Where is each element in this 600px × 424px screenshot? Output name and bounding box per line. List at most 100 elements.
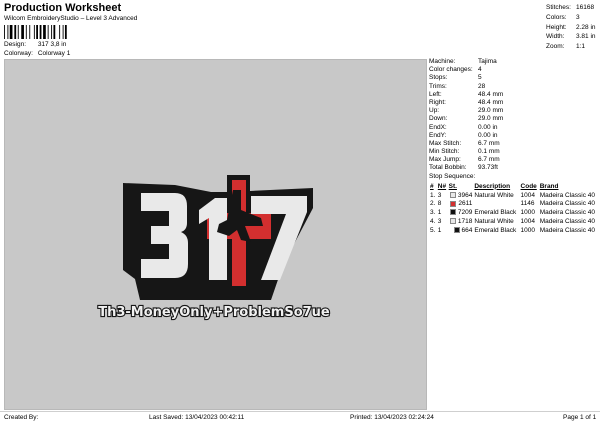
colorway-label: Colorway: — [4, 50, 33, 57]
stop-sequence-title: Stop Sequence: — [429, 172, 476, 180]
design-preview: Th3-MoneyOnly+ProblemSo7ue — [4, 59, 427, 410]
info-value: 0.1 mm — [478, 148, 500, 156]
info-label: Trims: — [429, 82, 447, 90]
row-code: 1000 — [520, 209, 535, 217]
worksheet-footer: Created By: Last Saved: 13/04/2023 00:42… — [0, 411, 600, 424]
info-value: 0.00 in — [478, 131, 498, 139]
header-needle: N# — [437, 182, 447, 190]
row-index: 5. — [430, 226, 436, 234]
table-row: 1. 3 3964 Natural White 1004 Madeira Classic … — [429, 191, 599, 200]
row-brand: Madeira Classic 40 — [539, 217, 595, 225]
info-label: Right: — [429, 98, 446, 106]
info-label: EndY: — [429, 131, 447, 139]
row-description: Natural White — [474, 217, 514, 225]
row-stitches: 2611 — [448, 199, 474, 208]
barcode-bar — [4, 25, 5, 39]
header-stitches: St. — [448, 182, 457, 190]
info-row: Left: 48.4 mm — [429, 91, 600, 99]
info-label: Max Stitch: — [429, 139, 462, 147]
row-index: 3. — [430, 209, 436, 217]
stat-colors: Colors: 3 — [546, 13, 580, 21]
info-row: Machine: Tajima — [429, 58, 600, 66]
row-description — [473, 199, 519, 208]
worksheet-header: Production Worksheet Wilcom EmbroiderySt… — [0, 0, 600, 58]
info-row: EndX: 0.00 in — [429, 124, 600, 132]
color-swatch — [449, 209, 456, 216]
header-index: # — [430, 182, 434, 190]
barcode-bar — [7, 25, 9, 39]
barcode-bar — [47, 25, 49, 39]
info-label: Machine: — [429, 58, 456, 65]
row-stitches: 7209 — [448, 208, 474, 217]
barcode-bar — [33, 25, 35, 39]
table-row: 2. 8 2611 1146 Madeira Classic 40 — [429, 199, 599, 208]
row-code: 1004 — [520, 191, 535, 199]
colorway-value: Colorway 1 — [37, 50, 71, 57]
stat-stitches: Stitches: 16168 — [546, 4, 595, 11]
table-header-row: # N# St. Description Code Brand — [429, 182, 599, 191]
barcode-bar — [17, 25, 19, 39]
row-needle: 3 — [437, 217, 442, 225]
info-value: 48.4 mm — [478, 90, 504, 98]
header-description: Description — [474, 182, 511, 190]
info-value: 48.4 mm — [478, 98, 504, 106]
info-value: 4 — [478, 66, 482, 74]
barcode-bar — [29, 25, 31, 39]
info-row: Total Bobbin: 93.73ft — [429, 164, 600, 172]
barcode-bar — [39, 25, 42, 39]
info-label: Up: — [429, 107, 440, 115]
row-description: Emerald Black — [474, 226, 517, 234]
row-needle: 8 — [437, 200, 442, 208]
design-value: 317 3,8 in — [37, 41, 67, 48]
stitch-count: 1718 — [457, 217, 473, 225]
info-label: Color changes: — [429, 66, 473, 74]
row-stitches: 1718 — [448, 217, 474, 226]
barcode-bar — [36, 25, 38, 39]
table-row: 4. 3 1718 Natural White 1004 Madeira Classic … — [429, 217, 599, 226]
info-label: Left: — [429, 90, 442, 98]
info-label: Max Jump: — [429, 156, 461, 164]
machine-info-panel: Machine: Tajima Color changes: 4 Stops: 5 Trim… — [429, 58, 600, 235]
info-label: Down: — [429, 115, 448, 123]
barcode-bar — [59, 25, 61, 39]
barcode-bar — [53, 25, 56, 39]
created-by: Created By: — [4, 414, 39, 421]
row-needle: 1 — [437, 209, 442, 217]
app-subtitle: Wilcom EmbroideryStudio – Level 3 Advanc… — [4, 15, 138, 22]
stitch-count: 7209 — [457, 209, 473, 217]
barcode-bar — [43, 25, 46, 39]
embroidery-design: Th3-MoneyOnly+ProblemSo7ue — [97, 175, 331, 321]
info-row: Right: 48.4 mm — [429, 99, 600, 107]
color-swatch — [449, 191, 456, 198]
last-saved: Last Saved: 13/04/2023 00:42:11 — [149, 414, 245, 421]
row-description: Emerald Black — [474, 209, 517, 217]
row-code: 1146 — [520, 200, 535, 208]
stat-width: Width: 3.81 in — [546, 33, 596, 41]
info-row: Max Jump: 6.7 mm — [429, 156, 600, 164]
info-row: EndY: 0.00 in — [429, 132, 600, 140]
row-needle: 1 — [437, 226, 442, 234]
row-brand: Madeira Classic 40 — [539, 209, 595, 217]
info-value: 0.00 in — [478, 123, 498, 131]
header-code: Code — [520, 182, 537, 190]
info-row: Max Stitch: 6.7 mm — [429, 140, 600, 148]
info-value: 29.0 mm — [478, 107, 504, 115]
info-value: 6.7 mm — [478, 139, 500, 147]
barcode-bar — [64, 25, 67, 39]
barcode-bar — [9, 25, 13, 39]
info-value: 5 — [478, 74, 482, 82]
row-brand: Madeira Classic 40 — [539, 200, 595, 208]
design-stats: Stitches: 16168 Colors: 3 Height: 2.28 in W… — [546, 3, 596, 52]
colorway-row: Colorway: Colorway 1 — [4, 50, 70, 57]
barcode-bar — [51, 25, 53, 39]
info-row: Up: 29.0 mm — [429, 107, 600, 115]
design-row: Design: 317 3,8 in — [4, 41, 66, 48]
info-row: Min Stitch: 0.1 mm — [429, 148, 600, 156]
info-label: Min Stitch: — [429, 148, 460, 156]
info-label: EndX: — [429, 123, 447, 131]
barcode-bar — [21, 25, 24, 39]
info-label: Stops: — [429, 74, 448, 82]
row-brand: Madeira Classic 40 — [539, 191, 595, 199]
info-value: 29.0 mm — [478, 115, 504, 123]
barcode-bar — [14, 25, 17, 39]
